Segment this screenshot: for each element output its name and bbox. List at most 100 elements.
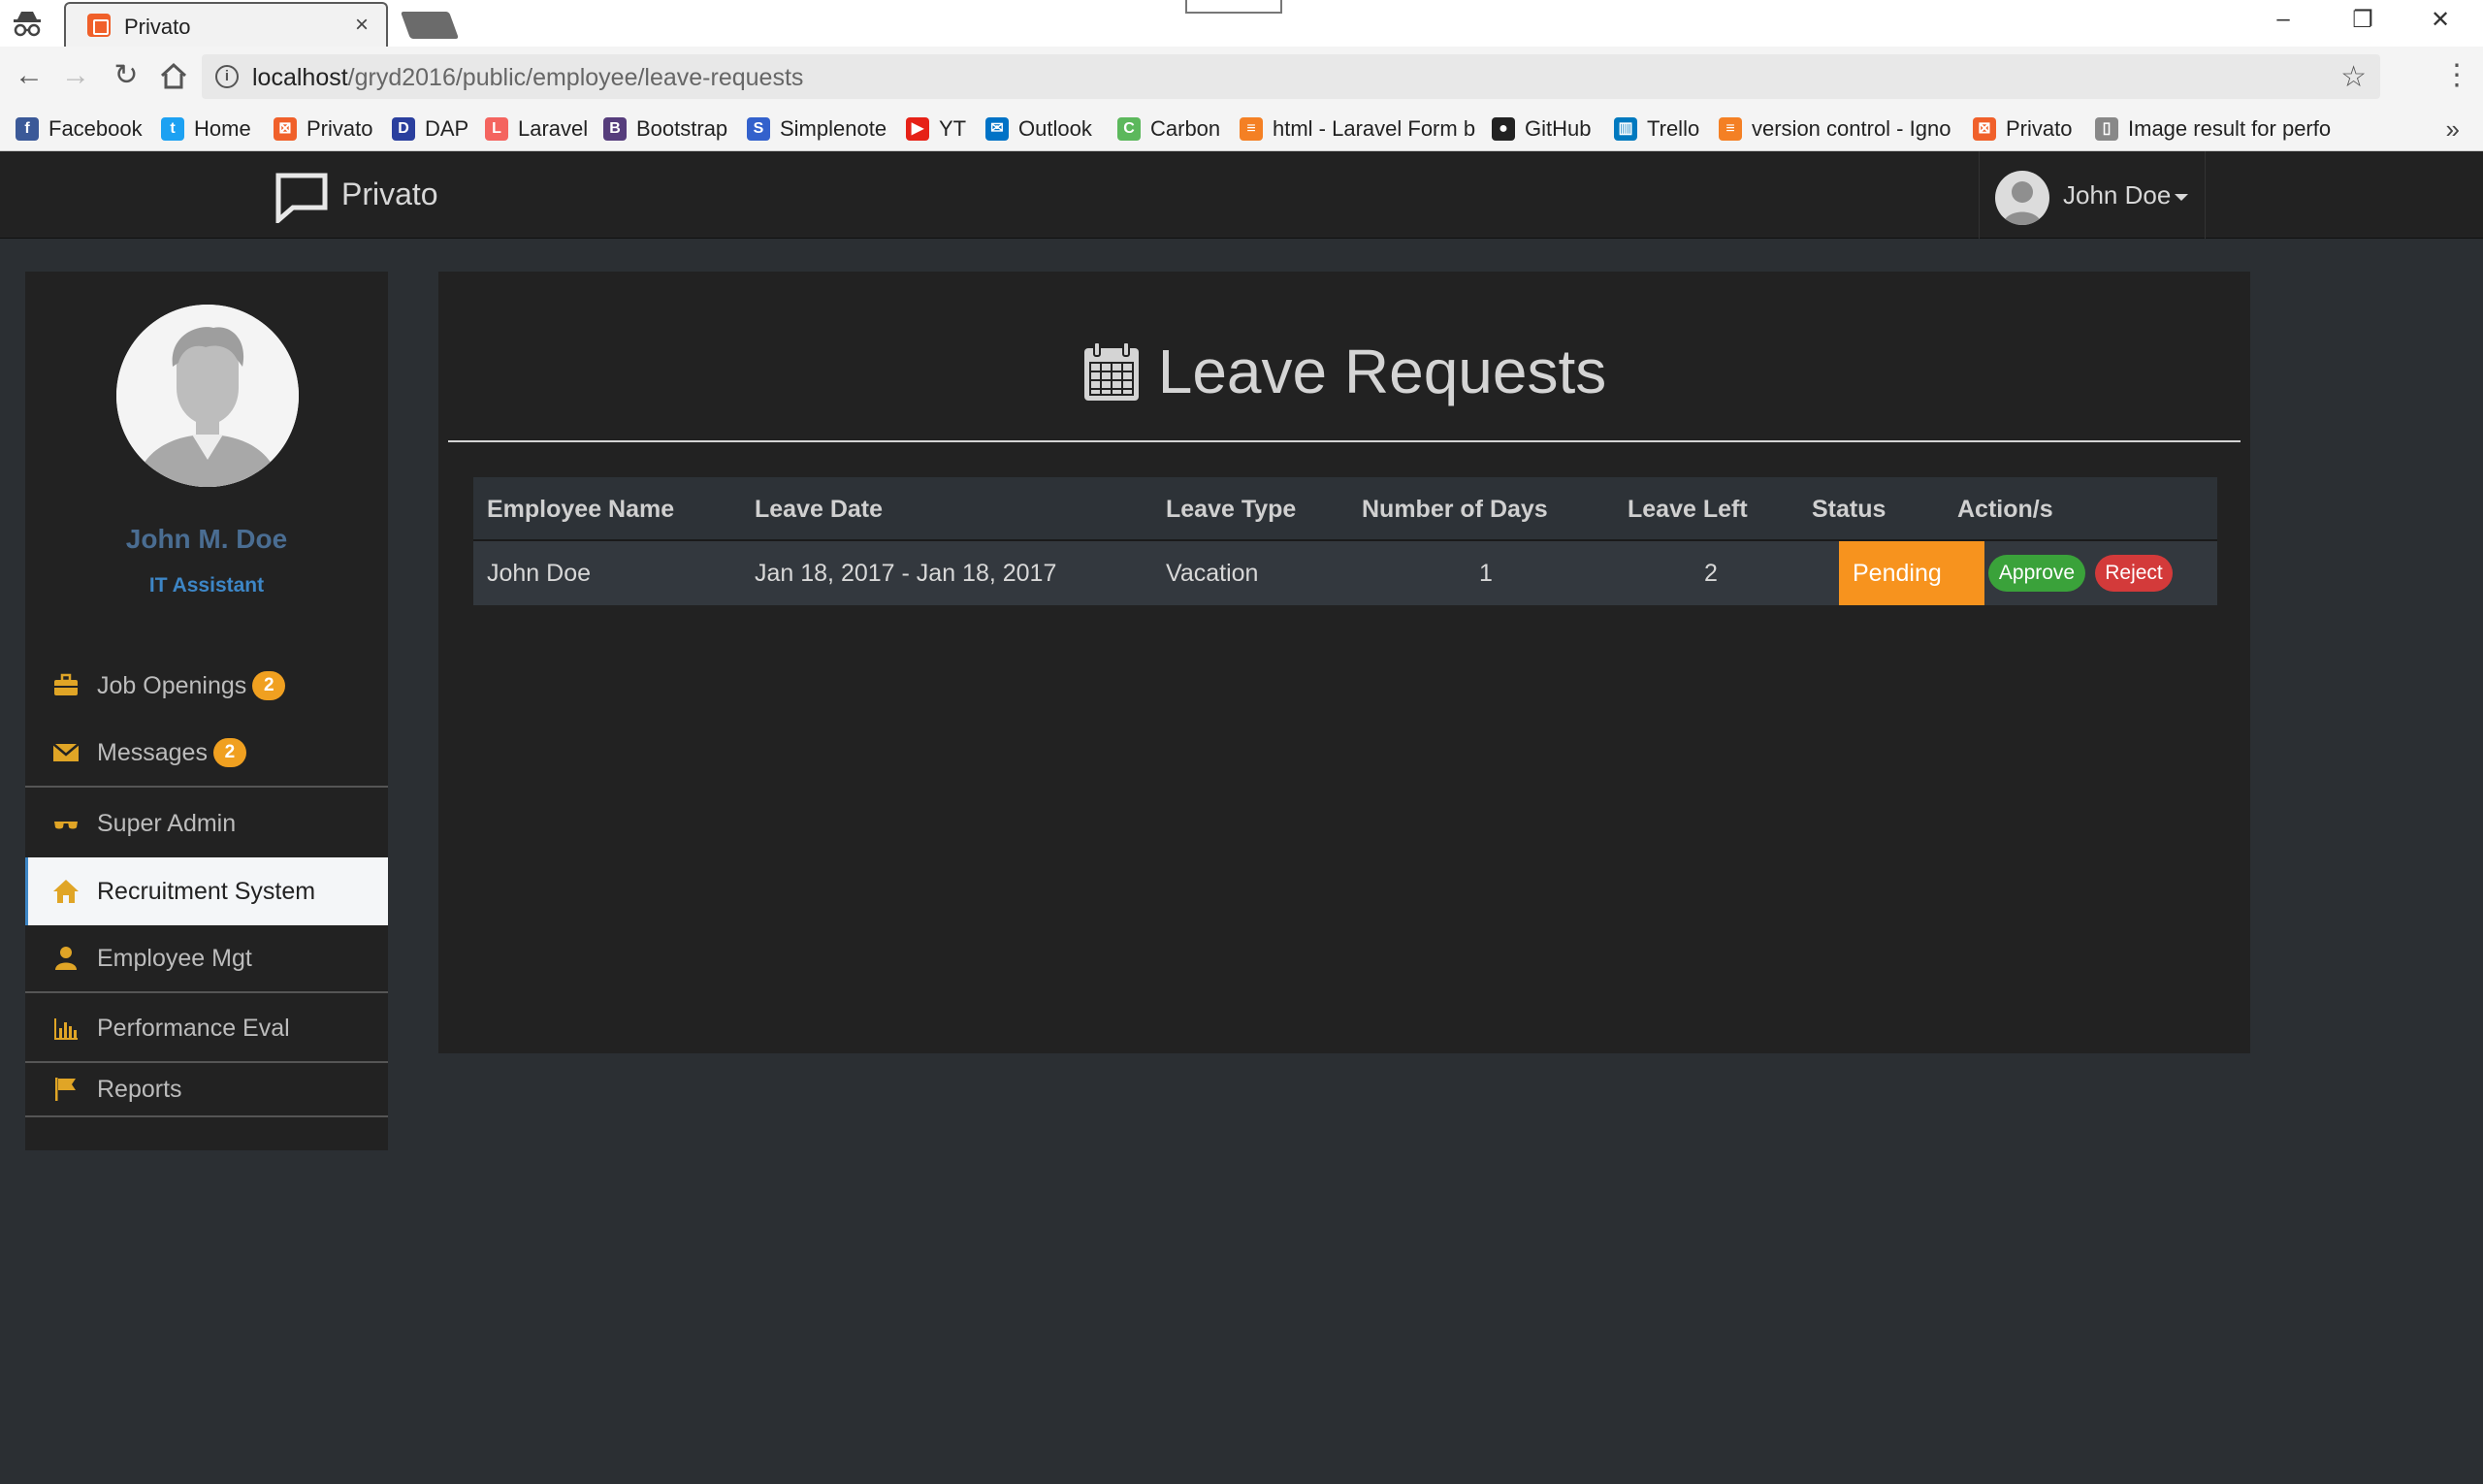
profile-photo xyxy=(116,305,299,487)
new-tab-button[interactable] xyxy=(400,12,460,39)
xampp-icon: ⊠ xyxy=(1973,117,1996,141)
leave-requests-table: Employee Name Leave Date Leave Type Numb… xyxy=(473,477,2217,605)
bookmark-item[interactable]: L Laravel xyxy=(485,113,588,145)
envelope-icon xyxy=(52,743,80,761)
window-drag-handle[interactable] xyxy=(1185,0,1282,14)
sidebar-item-messages[interactable]: Messages 2 xyxy=(25,720,388,788)
column-header-employee-name: Employee Name xyxy=(487,496,675,523)
sidebar-item-job-openings[interactable]: Job Openings 2 xyxy=(25,652,388,720)
stackoverflow-icon: ≡ xyxy=(1240,117,1263,141)
stackoverflow-icon: ≡ xyxy=(1719,117,1742,141)
browser-tabstrip: Privato × – ❐ ✕ xyxy=(0,0,2483,47)
user-name-text: John Doe xyxy=(2063,180,2172,210)
bookmark-item[interactable]: S Simplenote xyxy=(747,113,887,145)
home-page-icon[interactable] xyxy=(157,60,190,93)
carbon-icon: C xyxy=(1117,117,1141,141)
bookmark-item[interactable]: t Home xyxy=(161,113,251,145)
bookmark-label: Trello xyxy=(1647,116,1700,141)
bookmark-label: Bootstrap xyxy=(636,116,728,141)
sidebar-item-label: Super Admin xyxy=(97,809,237,837)
bookmark-star-icon[interactable]: ☆ xyxy=(2340,60,2367,94)
cell-number-of-days: 1 xyxy=(1479,560,1493,587)
xampp-icon xyxy=(87,14,111,37)
brand-name[interactable]: Privato xyxy=(341,177,438,212)
profile-role: IT Assistant xyxy=(148,574,265,597)
profile-name: John M. Doe xyxy=(125,524,288,554)
site-info-icon[interactable]: i xyxy=(215,65,239,88)
sidebar: John M. Doe IT Assistant Job Openings 2 … xyxy=(25,272,388,1150)
flag-icon xyxy=(55,1078,76,1101)
user-icon xyxy=(55,947,77,970)
reject-button[interactable]: Reject xyxy=(2095,555,2173,592)
status-badge: Pending xyxy=(1839,541,1984,605)
twitter-icon: t xyxy=(161,117,184,141)
bookmark-label: DAP xyxy=(425,116,469,141)
youtube-icon: ▶ xyxy=(906,117,929,141)
bookmark-item[interactable]: ⊠ Privato xyxy=(274,113,372,145)
sidebar-item-reports[interactable]: Reports xyxy=(25,1065,388,1113)
url-host: localhost xyxy=(252,64,348,91)
page-title: Leave Requests xyxy=(1157,337,1607,406)
bookmark-item[interactable]: ● GitHub xyxy=(1492,113,1591,145)
chat-bubble-logo-icon[interactable] xyxy=(275,173,328,223)
reload-icon[interactable]: ↻ xyxy=(109,58,144,93)
bookmark-label: Carbon xyxy=(1150,116,1221,141)
browser-menu-icon[interactable]: ⋮ xyxy=(2442,58,2471,92)
bookmark-item[interactable]: B Bootstrap xyxy=(603,113,727,145)
bookmark-label: Home xyxy=(194,116,251,141)
count-badge: 2 xyxy=(252,671,286,700)
user-menu-dropdown[interactable]: John Doe xyxy=(1979,151,2206,239)
bookmark-label: html - Laravel Form b xyxy=(1273,116,1476,141)
bookmark-item[interactable]: C Carbon xyxy=(1117,113,1220,145)
forward-icon[interactable]: → xyxy=(58,58,93,93)
cell-leave-type: Vacation xyxy=(1166,560,1259,587)
github-icon: ● xyxy=(1492,117,1515,141)
calendar-icon xyxy=(1083,341,1139,401)
bootstrap-icon: B xyxy=(603,117,627,141)
more-bookmarks-icon[interactable]: » xyxy=(2446,114,2460,145)
bookmark-item[interactable]: ▯ Image result for perfo xyxy=(2095,113,2331,145)
bookmark-item[interactable]: ▥ Trello xyxy=(1614,113,1699,145)
tab-title: Privato xyxy=(124,15,191,39)
column-header-leave-date: Leave Date xyxy=(755,496,884,523)
address-bar[interactable]: i localhost/gryd2016/public/employee/lea… xyxy=(202,54,2380,99)
sidebar-item-label: Employee Mgt xyxy=(97,944,252,972)
back-icon[interactable]: ← xyxy=(12,58,47,93)
bookmark-item[interactable]: ⊠ Privato xyxy=(1973,113,2072,145)
tab-close-icon[interactable]: × xyxy=(355,12,369,39)
bookmark-item[interactable]: ≡ html - Laravel Form b xyxy=(1240,113,1475,145)
briefcase-icon xyxy=(54,673,78,695)
minimize-icon[interactable]: – xyxy=(2264,6,2303,33)
bookmark-label: GitHub xyxy=(1525,116,1592,141)
bookmark-item[interactable]: ✉ Outlook xyxy=(985,113,1092,145)
sidebar-item-super-admin[interactable]: Super Admin xyxy=(25,790,388,857)
app-navbar: Privato John Doe xyxy=(0,151,2483,239)
facebook-icon: f xyxy=(16,117,39,141)
cell-leave-date: Jan 18, 2017 - Jan 18, 2017 xyxy=(755,560,1057,587)
bookmark-label: Privato xyxy=(2006,116,2073,141)
outlook-icon: ✉ xyxy=(985,117,1009,141)
bookmark-label: Image result for perfo xyxy=(2128,116,2332,141)
bookmark-label: Simplenote xyxy=(780,116,887,141)
avatar xyxy=(1995,171,2049,225)
bookmark-label: YT xyxy=(939,116,967,141)
sidebar-item-label: Performance Eval xyxy=(97,1014,290,1042)
bookmark-item[interactable]: ≡ version control - Igno xyxy=(1719,113,1951,145)
close-window-icon[interactable]: ✕ xyxy=(2421,6,2460,34)
bookmark-item[interactable]: ▶ YT xyxy=(906,113,966,145)
bookmark-label: version control - Igno xyxy=(1752,116,1951,141)
caret-down-icon xyxy=(2175,193,2189,201)
incognito-icon xyxy=(14,12,41,37)
browser-tab-privato[interactable]: Privato × xyxy=(64,2,388,47)
sidebar-item-recruitment-system[interactable]: Recruitment System xyxy=(25,857,388,925)
sidebar-item-employee-mgt[interactable]: Employee Mgt xyxy=(25,925,388,993)
heading-divider xyxy=(448,440,2241,442)
bookmark-item[interactable]: f Facebook xyxy=(16,113,143,145)
approve-button[interactable]: Approve xyxy=(1988,555,2085,592)
bookmark-label: Laravel xyxy=(518,116,589,141)
address-url: localhost/gryd2016/public/employee/leave… xyxy=(252,64,803,92)
restore-icon[interactable]: ❐ xyxy=(2343,6,2382,34)
table-row: John Doe Jan 18, 2017 - Jan 18, 2017 Vac… xyxy=(473,541,2217,605)
sidebar-item-performance-eval[interactable]: Performance Eval xyxy=(25,995,388,1063)
bookmark-item[interactable]: D DAP xyxy=(392,113,468,145)
